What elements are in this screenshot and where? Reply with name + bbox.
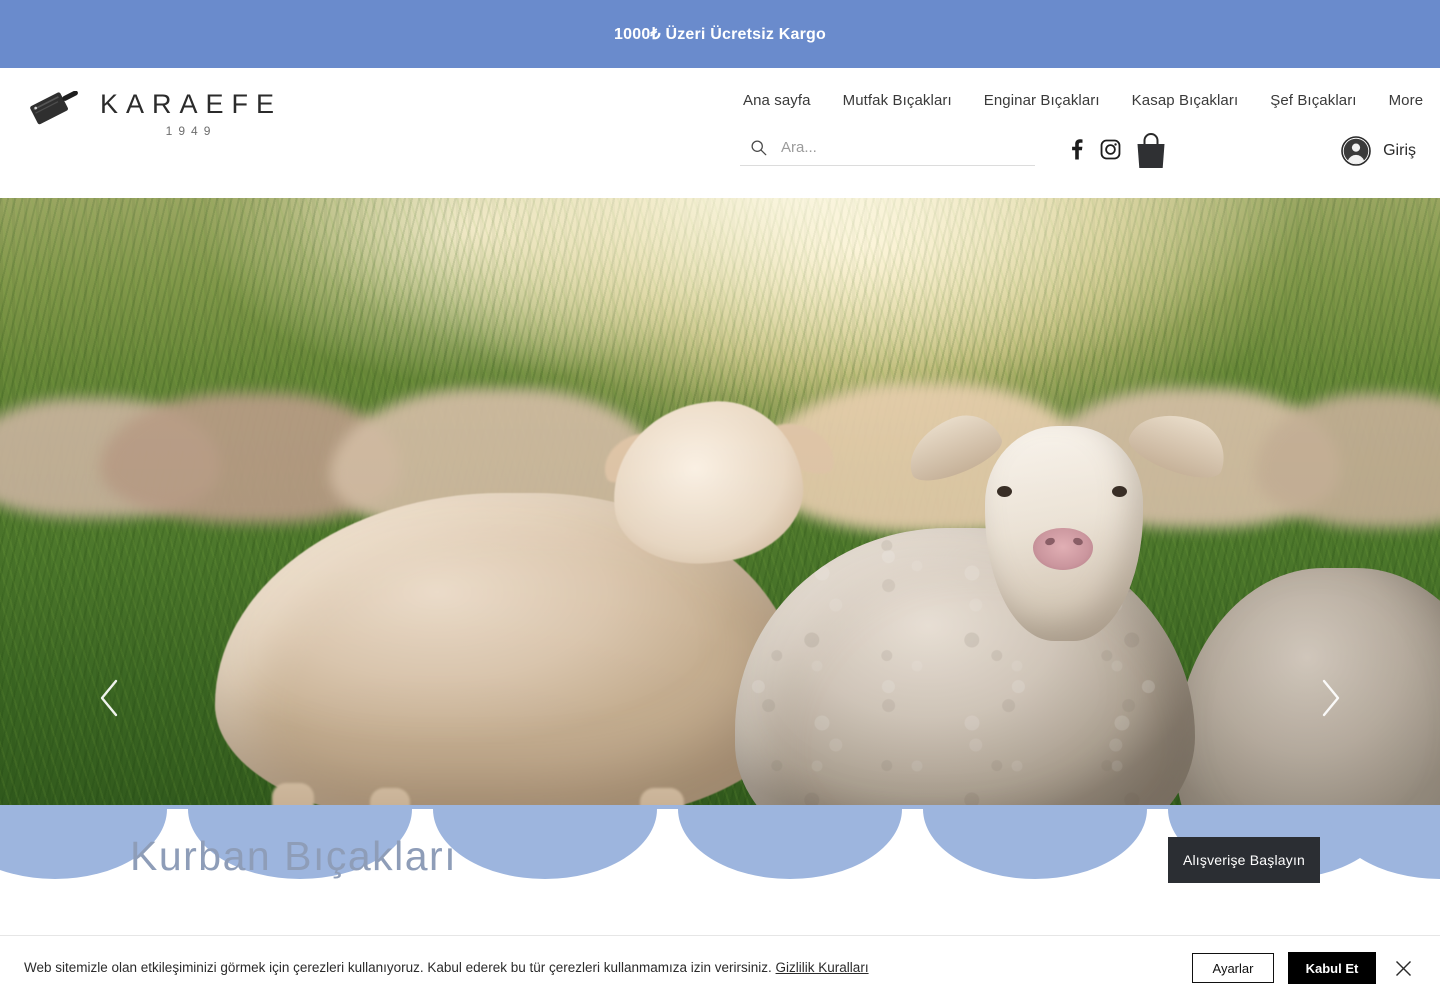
login-label: Giriş <box>1383 142 1416 159</box>
cookie-message: Web sitemizle olan etkileşiminizi görmek… <box>24 959 772 975</box>
carousel-prev-button[interactable] <box>88 676 132 720</box>
shopping-bag-icon <box>1137 133 1165 168</box>
cookie-actions: Ayarlar Kabul Et <box>1192 952 1424 984</box>
nav-item-mutfak-bicaklari[interactable]: Mutfak Bıçakları <box>827 92 968 109</box>
promo-banner-text: 1000₺ Üzeri Ücretsiz Kargo <box>614 26 826 43</box>
privacy-policy-link[interactable]: Gizlilik Kuralları <box>776 960 869 975</box>
social-links <box>1066 138 1121 160</box>
search-icon <box>751 140 767 156</box>
instagram-icon[interactable] <box>1100 139 1121 160</box>
close-icon <box>1395 960 1411 976</box>
main-navigation: Ana sayfa Mutfak Bıçakları Enginar Bıçak… <box>735 92 1439 109</box>
nav-item-ana-sayfa[interactable]: Ana sayfa <box>735 92 827 109</box>
page-root: 1000₺ Üzeri Ücretsiz Kargo KARAEFE 1949 … <box>0 0 1440 1000</box>
brand-logo[interactable]: KARAEFE 1949 <box>30 89 283 138</box>
cookie-close-button[interactable] <box>1390 955 1416 981</box>
cart-button[interactable] <box>1134 132 1168 175</box>
brand-wordmark: KARAEFE 1949 <box>100 89 283 138</box>
carousel-next-button[interactable] <box>1308 676 1352 720</box>
promo-title: Kurban Bıçakları <box>130 833 458 879</box>
promo-banner: 1000₺ Üzeri Ücretsiz Kargo <box>0 0 1440 68</box>
search-bar[interactable] <box>740 130 1035 166</box>
site-header: KARAEFE 1949 Ana sayfa Mutfak Bıçakları … <box>0 68 1440 198</box>
start-shopping-button[interactable]: Alışverişe Başlayın <box>1168 837 1320 883</box>
search-input[interactable] <box>781 139 991 156</box>
cleaver-icon <box>30 90 78 125</box>
hero-image <box>0 198 1440 805</box>
brand-year: 1949 <box>165 123 217 138</box>
cookie-consent-bar: Web sitemizle olan etkileşiminizi görmek… <box>0 935 1440 1000</box>
chevron-left-icon <box>100 679 118 717</box>
facebook-icon[interactable] <box>1066 138 1086 160</box>
nav-item-more[interactable]: More <box>1373 92 1440 109</box>
nav-item-kasap-bicaklari[interactable]: Kasap Bıçakları <box>1116 92 1255 109</box>
hero-carousel <box>0 198 1440 805</box>
brand-name: KARAEFE <box>100 89 283 119</box>
cookie-message-wrap: Web sitemizle olan etkileşiminizi görmek… <box>24 959 869 978</box>
account-login[interactable]: Giriş <box>1341 136 1416 166</box>
chevron-right-icon <box>1322 679 1340 717</box>
nav-item-enginar-bicaklari[interactable]: Enginar Bıçakları <box>968 92 1116 109</box>
cookie-accept-button[interactable]: Kabul Et <box>1288 952 1376 984</box>
cookie-settings-button[interactable]: Ayarlar <box>1192 953 1274 983</box>
hero-overlay <box>0 198 1440 805</box>
user-avatar-icon <box>1341 136 1371 166</box>
nav-item-sef-bicaklari[interactable]: Şef Bıçakları <box>1254 92 1372 109</box>
